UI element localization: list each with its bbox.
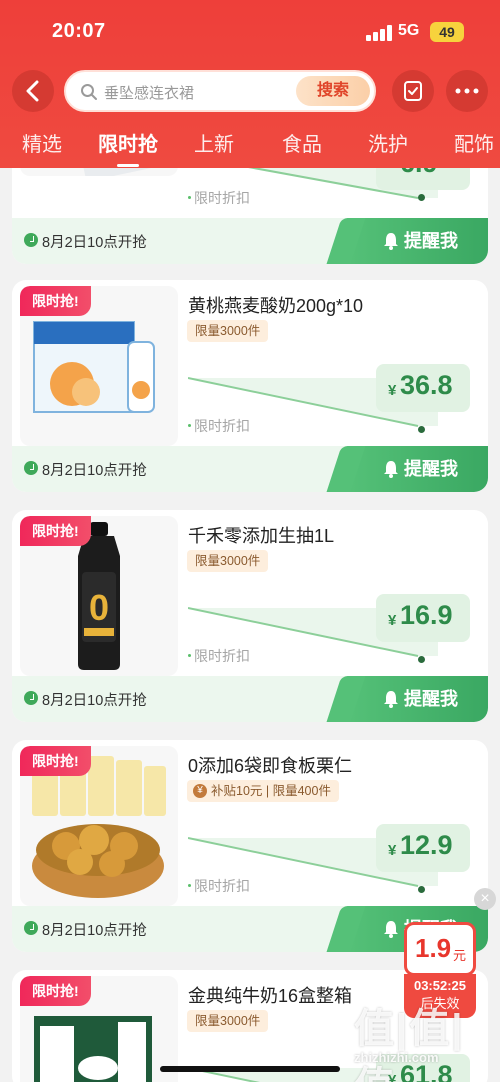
app-header: 20:07 5G 49 垂坠感连衣裙 搜索 精选 限时抢 上新 食品 洗护 配饰: [0, 0, 500, 168]
price-value: 12.9: [400, 830, 453, 860]
watermark: 值|值|值 zhizhizhi.com: [350, 996, 500, 1082]
coupon-price: 1.9: [415, 933, 452, 963]
remind-button[interactable]: 提醒我: [346, 446, 488, 492]
clock-icon: [24, 921, 38, 935]
trend-dot: [418, 656, 425, 663]
countdown-time: 03:52:25: [413, 978, 467, 993]
trend-dot: [418, 194, 425, 201]
clock-icon: [24, 461, 38, 475]
currency-symbol: ¥: [388, 842, 397, 859]
bell-icon: [384, 233, 398, 250]
status-time: 20:07: [52, 20, 106, 42]
price-value: 36.8: [400, 370, 453, 400]
back-button[interactable]: [12, 70, 54, 112]
product-card[interactable]: 0 限时抢! 千禾零添加生抽1L 限量3000件 ¥ 16.9 限时折扣 8月2…: [12, 510, 488, 722]
trend-dot: [418, 886, 425, 893]
network-label: 5G: [398, 22, 420, 39]
coupon-price-box: 1.9 元: [404, 922, 476, 976]
signal-icon: [366, 25, 392, 41]
coupon-unit: 元: [453, 948, 467, 963]
remind-label: 提醒我: [404, 689, 458, 709]
start-time: 8月2日10点开抢: [42, 693, 147, 709]
remind-label: 提醒我: [404, 459, 458, 479]
search-bar-row: 垂坠感连衣裙 搜索: [0, 70, 500, 112]
product-image: 限时抢!: [20, 746, 178, 906]
subsidy-badge: 补贴10元 | 限量400件: [187, 780, 339, 802]
product-image: 0 限时抢!: [20, 516, 178, 676]
remind-button[interactable]: 提醒我: [346, 676, 488, 722]
remind-button[interactable]: 提醒我: [346, 218, 488, 264]
product-card[interactable]: 限时抢! 黄桃燕麦酸奶200g*10 限量3000件 ¥ 36.8 限时折扣 8…: [12, 280, 488, 492]
start-time: 8月2日10点开抢: [42, 923, 147, 939]
flash-sale-tag: 限时抢!: [20, 976, 91, 1006]
currency-symbol: ¥: [388, 382, 397, 399]
svg-text:0: 0: [89, 587, 109, 628]
bell-icon: [384, 691, 398, 708]
search-icon: [81, 84, 97, 100]
discount-label: 限时折扣: [188, 418, 250, 434]
clock-icon: [24, 691, 38, 705]
more-dots-icon: [455, 88, 479, 94]
start-time: 8月2日10点开抢: [42, 463, 147, 479]
limit-badge: 限量3000件: [187, 550, 269, 572]
currency-symbol: ¥: [388, 612, 397, 629]
start-time: 8月2日10点开抢: [42, 235, 147, 251]
product-image: 限时抢!: [20, 976, 178, 1082]
discount-label: 限时折扣: [188, 190, 250, 206]
flash-sale-tag: 限时抢!: [20, 746, 91, 776]
tab-featured[interactable]: 精选: [22, 128, 62, 157]
trend-dot: [418, 426, 425, 433]
product-title: 千禾零添加生抽1L: [188, 526, 335, 546]
search-placeholder: 垂坠感连衣裙: [104, 85, 195, 102]
bell-icon: [384, 921, 398, 938]
bell-icon: [384, 461, 398, 478]
battery-icon: 49: [430, 22, 464, 42]
home-indicator[interactable]: [160, 1066, 340, 1072]
card-footer: 8月2日10点开抢 提醒我: [12, 218, 488, 264]
limit-badge: 限量3000件: [187, 320, 269, 342]
limit-badge: 限量3000件: [187, 1010, 269, 1032]
product-card[interactable]: 限时抢! 0添加6袋即食板栗仁 补贴10元 | 限量400件 ¥ 12.9 限时…: [12, 740, 488, 952]
category-tabs: 精选 限时抢 上新 食品 洗护 配饰: [0, 128, 500, 168]
watermark-logo: 值|值|值: [354, 1007, 465, 1082]
more-button[interactable]: [446, 70, 488, 112]
product-title: 0添加6袋即食板栗仁: [188, 756, 353, 776]
search-button[interactable]: 搜索: [296, 76, 370, 106]
flash-sale-tag: 限时抢!: [20, 516, 91, 546]
close-icon[interactable]: ×: [474, 888, 496, 910]
discount-label: 限时折扣: [188, 878, 250, 894]
clock-icon: [24, 233, 38, 247]
bookmark-check-icon: [404, 81, 422, 101]
search-input[interactable]: 垂坠感连衣裙 搜索: [64, 70, 376, 112]
card-footer: 8月2日10点开抢 提醒我: [12, 446, 488, 492]
tab-food[interactable]: 食品: [282, 128, 322, 157]
favorites-button[interactable]: [392, 70, 434, 112]
watermark-domain: zhizhizhi.com: [354, 1050, 439, 1065]
product-title: 黄桃燕麦酸奶200g*10: [188, 296, 364, 316]
remind-label: 提醒我: [404, 231, 458, 251]
tab-new[interactable]: 上新: [194, 128, 234, 157]
price-value: 16.9: [400, 600, 453, 630]
discount-label: 限时折扣: [188, 648, 250, 664]
product-title: 金典纯牛奶16盒整箱: [188, 986, 353, 1006]
flash-sale-tag: 限时抢!: [20, 286, 91, 316]
price-box: ¥ 12.9: [376, 824, 470, 872]
tab-flash-sale[interactable]: 限时抢: [98, 128, 158, 157]
chevron-left-icon: [26, 80, 39, 102]
status-bar: 20:07 5G 49: [0, 0, 500, 60]
product-image: 限时抢!: [20, 286, 178, 446]
card-footer: 8月2日10点开抢 提醒我: [12, 676, 488, 722]
tab-care[interactable]: 洗护: [368, 128, 408, 157]
tab-accessories[interactable]: 配饰: [454, 128, 494, 157]
price-box: ¥ 16.9: [376, 594, 470, 642]
price-box: ¥ 36.8: [376, 364, 470, 412]
